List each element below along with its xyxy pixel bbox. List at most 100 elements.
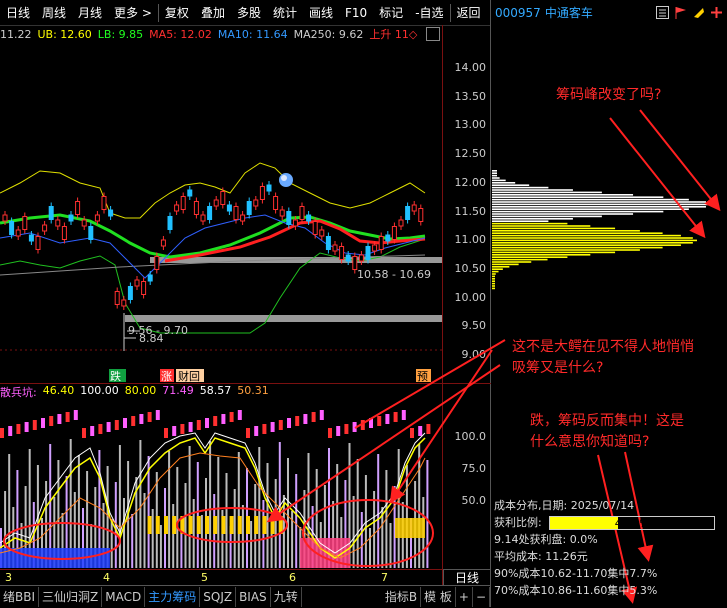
- stock-header: 000957 中通客车: [492, 0, 727, 25]
- stock-name[interactable]: 中通客车: [541, 4, 593, 21]
- toolbar-item[interactable]: 周线: [36, 1, 72, 25]
- chip-line6: 70%成本10.86-11.60集中5.3%: [494, 584, 658, 597]
- candle: [259, 186, 265, 200]
- toolbar-item[interactable]: F10: [339, 1, 373, 25]
- candle: [193, 201, 199, 215]
- toolbar-item[interactable]: 标记: [373, 1, 409, 25]
- tab-4[interactable]: SQJZ: [200, 587, 237, 607]
- tab-9[interactable]: +: [456, 587, 473, 607]
- toolbar-item[interactable]: 多股: [231, 1, 267, 25]
- tab-2[interactable]: MACD: [102, 587, 146, 607]
- candle: [68, 214, 74, 222]
- indicator-tabs: 绪BBI 三仙归洞Z MACD 主力筹码 SQJZ BIAS 九转 指标B 模 板 + −: [0, 585, 490, 608]
- chip-bar: [492, 234, 681, 237]
- indicator-top-bar: [213, 416, 218, 426]
- tab-7[interactable]: 指标B: [382, 587, 422, 607]
- indicator-tick: 100.0: [454, 430, 487, 443]
- tab-0[interactable]: 绪BBI: [0, 587, 40, 607]
- indicator-top-bar: [426, 424, 431, 434]
- candle: [398, 219, 404, 227]
- chip-bar: [492, 206, 706, 208]
- add-icon[interactable]: [709, 6, 723, 20]
- menu-icon[interactable]: [655, 6, 669, 20]
- candle: [61, 226, 67, 240]
- candle: [42, 224, 48, 232]
- indicator-bar: [369, 528, 371, 568]
- toolbar-item[interactable]: 月线: [72, 1, 108, 25]
- svg-text:预: 预: [417, 370, 428, 383]
- indicator-top-bar: [410, 428, 414, 438]
- tab-1[interactable]: 三仙归洞Z: [39, 587, 103, 607]
- candle: [114, 291, 120, 305]
- price-tick: 12.50: [454, 147, 487, 161]
- indicator-bar: [241, 505, 244, 568]
- toolbar-item[interactable]: 返回: [451, 1, 487, 25]
- tab-3[interactable]: 主力筹码: [145, 587, 201, 607]
- toolbar-item[interactable]: 日线: [0, 1, 36, 25]
- candle: [167, 216, 173, 230]
- toolbar-item[interactable]: 叠加: [195, 1, 231, 25]
- candle: [319, 229, 325, 237]
- indicator-top-bar: [106, 422, 111, 432]
- indicator-bar: [151, 509, 154, 568]
- indicator-bar: [258, 447, 261, 568]
- chip-bar: [492, 196, 664, 198]
- chip-line3: 9.14处获利盘: 0.0%: [494, 533, 598, 546]
- candle: [339, 246, 345, 260]
- candle: [266, 184, 272, 192]
- profit-label: 获利比例:: [494, 516, 542, 529]
- price-tick: 12.00: [454, 175, 487, 189]
- chip-bar: [492, 258, 548, 261]
- candle: [345, 254, 351, 262]
- indicator-top-bar: [16, 424, 21, 434]
- toolbar-item[interactable]: 更多 >: [108, 1, 158, 25]
- chip-bar: [492, 203, 712, 206]
- toolbar-item[interactable]: -自选: [409, 1, 449, 25]
- chip-bar: [492, 201, 706, 203]
- indicator-top-bar: [254, 426, 259, 436]
- indicator-tick: 75.0: [461, 462, 487, 475]
- svg-text:涨: 涨: [161, 370, 172, 383]
- candle: [273, 196, 279, 210]
- chip-bar: [492, 266, 510, 268]
- tab-6[interactable]: 九转: [271, 587, 302, 607]
- ma-ub: UB: 12.60: [37, 27, 92, 41]
- indicator-bar: [209, 441, 212, 568]
- indicator-bar: [418, 444, 421, 568]
- pin-icon[interactable]: [691, 6, 705, 20]
- candle: [240, 214, 246, 222]
- indicator-top-bar: [295, 416, 300, 426]
- toolbar-item[interactable]: 统计: [267, 1, 303, 25]
- candle: [28, 234, 34, 242]
- indicator-bar: [250, 521, 253, 568]
- candle: [2, 214, 8, 222]
- chip-bar: [492, 208, 689, 210]
- support-band: [125, 315, 442, 322]
- tab-8[interactable]: 模 板: [421, 587, 456, 607]
- candle: [75, 201, 81, 215]
- annotation-q3-line2: 什么意思你知道吗?: [530, 434, 650, 450]
- price-chart[interactable]: 8.84 9.56 - 9.70 10.58 - 10.69 跌 涨 财回 预: [0, 43, 442, 383]
- indicator-bar: [225, 473, 228, 568]
- toolbar-item[interactable]: 复权: [159, 1, 195, 25]
- indicator-top-bar: [196, 420, 201, 430]
- tab-5[interactable]: BIAS: [236, 587, 271, 607]
- toolbar-item[interactable]: 画线: [303, 1, 339, 25]
- candle: [325, 236, 331, 250]
- tab-10[interactable]: −: [473, 587, 490, 607]
- candle: [233, 206, 239, 220]
- chip-bar: [492, 227, 616, 230]
- top-toolbar: 日线 周线 月线 更多 > 复权 叠加 多股 统计 画线 F10 标记 -自选 返回: [0, 0, 491, 26]
- indicator-top-bar: [319, 410, 324, 420]
- candle: [81, 219, 87, 227]
- indicator-bar: [188, 446, 191, 568]
- dropdown-toggle[interactable]: [426, 27, 440, 41]
- indicator-top-bar: [164, 428, 168, 438]
- price-tick: 11.50: [454, 204, 487, 218]
- flag-icon[interactable]: [673, 6, 687, 20]
- indicator-bar: [377, 454, 380, 568]
- indicator-bar: [397, 449, 400, 568]
- candle: [200, 214, 206, 222]
- indicator-chart[interactable]: [0, 398, 442, 568]
- indicator-top-bar: [139, 414, 144, 424]
